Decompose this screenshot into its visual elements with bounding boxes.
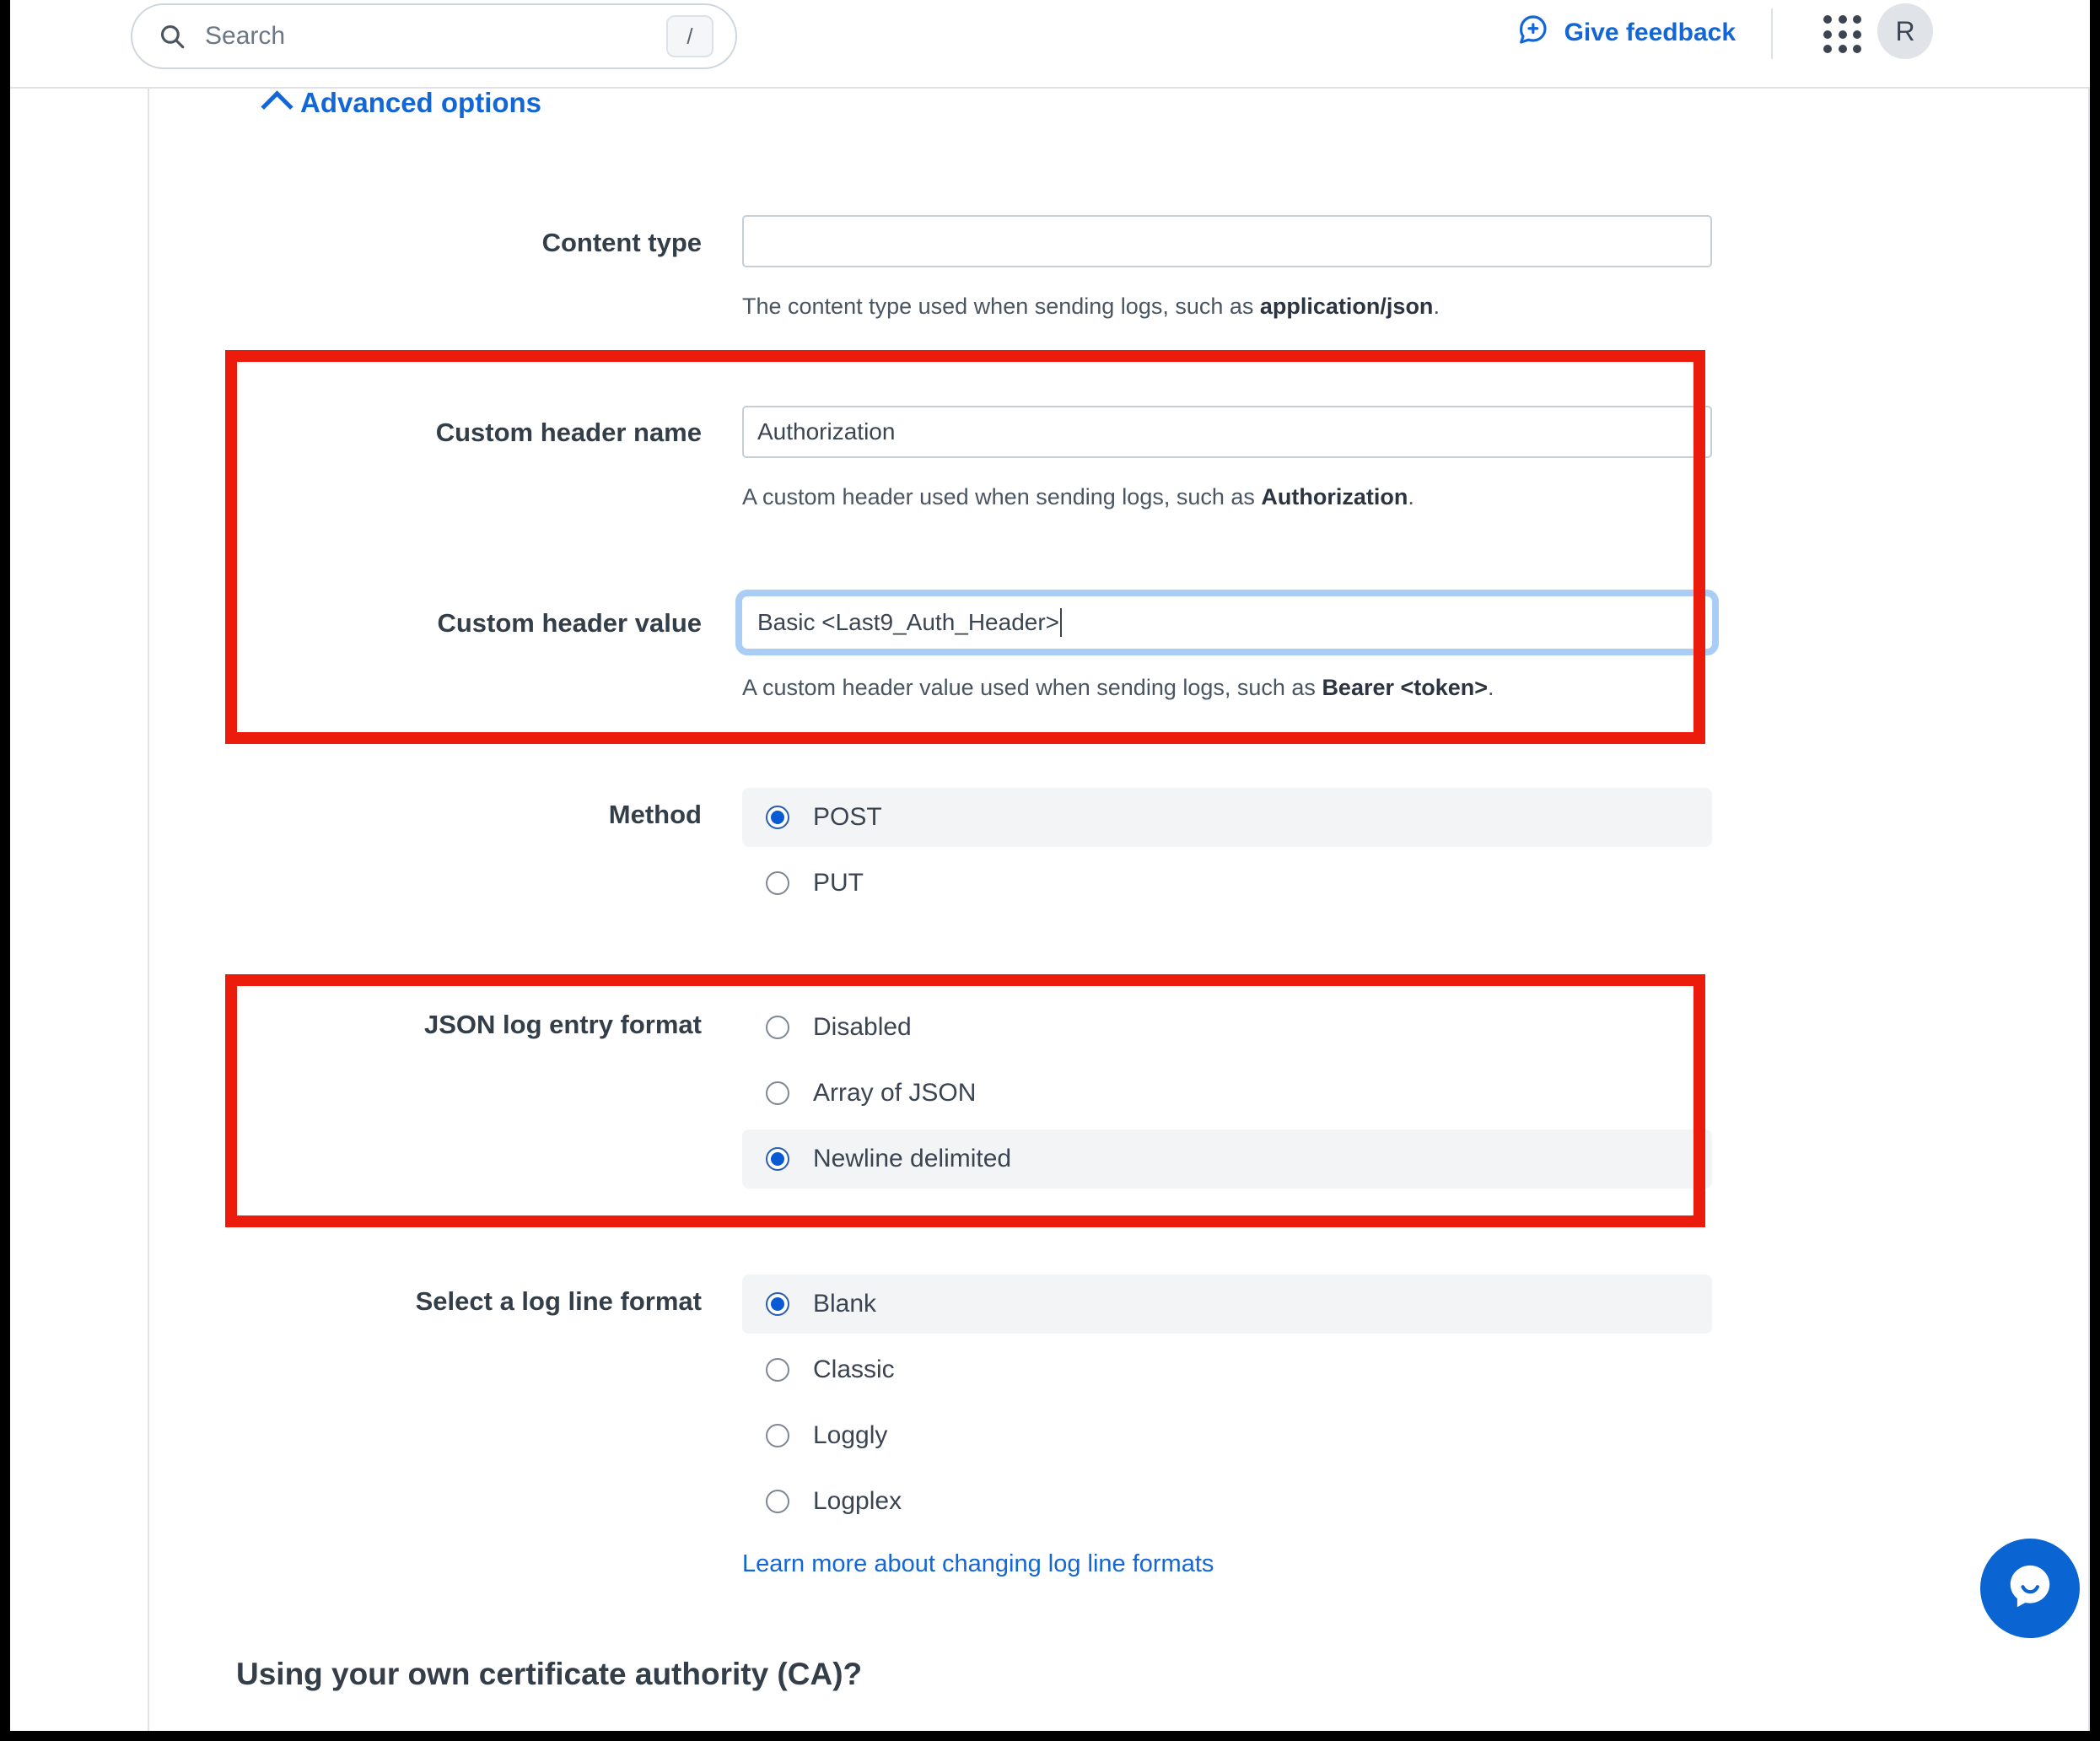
give-feedback-button[interactable]: Give feedback xyxy=(1516,7,1736,59)
json-format-option-array-of-json[interactable]: Array of JSON xyxy=(742,1064,1712,1123)
json-log-entry-format-label: JSON log entry format xyxy=(424,1010,702,1039)
radio-icon-selected xyxy=(766,1292,789,1316)
custom-header-name-help-text: A custom header used when sending logs, … xyxy=(742,484,1414,509)
log-line-format-label: Select a log line format xyxy=(415,1286,702,1316)
feedback-bubble-plus-icon xyxy=(1516,13,1549,53)
topbar-divider xyxy=(1771,8,1773,59)
certificate-authority-heading: Using your own certificate authority (CA… xyxy=(236,1657,863,1691)
top-navigation-bar: Search / Give feedback R xyxy=(10,0,2090,89)
content-right-edge xyxy=(2088,89,2090,1731)
custom-header-value-help-text: A custom header value used when sending … xyxy=(742,675,1494,700)
radio-icon-unselected xyxy=(766,1358,789,1382)
user-avatar[interactable]: R xyxy=(1877,3,1933,59)
radio-icon-unselected xyxy=(766,1016,789,1039)
log-line-format-option-logplex-label: Logplex xyxy=(813,1487,902,1515)
json-format-option-array-of-json-label: Array of JSON xyxy=(813,1079,977,1107)
radio-icon-unselected xyxy=(766,1424,789,1447)
json-format-option-newline-delimited[interactable]: Newline delimited xyxy=(742,1129,1712,1189)
method-option-post-label: POST xyxy=(813,803,882,831)
log-line-format-option-classic-label: Classic xyxy=(813,1356,895,1383)
radio-icon-unselected xyxy=(766,871,789,895)
log-line-format-option-blank[interactable]: Blank xyxy=(742,1275,1712,1334)
radio-icon-unselected xyxy=(766,1490,789,1513)
method-option-put-label: PUT xyxy=(813,869,864,897)
advanced-options-toggle[interactable]: Advanced options xyxy=(261,87,542,123)
chat-widget-button[interactable] xyxy=(1980,1539,2080,1638)
advanced-options-label: Advanced options xyxy=(300,87,542,118)
custom-header-name-value: Authorization xyxy=(757,418,896,445)
json-format-option-disabled-label: Disabled xyxy=(813,1013,912,1041)
custom-header-value-value: Basic <Last9_Auth_Header> xyxy=(757,609,1060,635)
chat-smile-bubble-icon xyxy=(2004,1560,2056,1617)
chevron-up-icon xyxy=(261,89,293,123)
learn-more-log-line-formats-link[interactable]: Learn more about changing log line forma… xyxy=(742,1550,1214,1578)
text-cursor xyxy=(1060,608,1063,637)
radio-icon-selected xyxy=(766,1147,789,1171)
json-format-option-disabled[interactable]: Disabled xyxy=(742,998,1712,1057)
log-line-format-option-loggly-label: Loggly xyxy=(813,1421,888,1449)
custom-header-value-label: Custom header value xyxy=(437,608,702,638)
radio-icon-unselected xyxy=(766,1081,789,1105)
method-option-put[interactable]: PUT xyxy=(742,854,1712,913)
method-label: Method xyxy=(608,800,702,829)
json-format-option-newline-delimited-label: Newline delimited xyxy=(813,1145,1012,1172)
content-type-label: Content type xyxy=(541,228,702,257)
search-icon xyxy=(158,22,186,51)
search-shortcut-badge: / xyxy=(666,15,713,57)
browser-viewport: Search / Give feedback R Advanced option… xyxy=(10,0,2090,1731)
screenshot-frame: Search / Give feedback R Advanced option… xyxy=(0,0,2100,1741)
content-type-help-text: The content type used when sending logs,… xyxy=(742,294,1440,319)
search-placeholder-text: Search xyxy=(205,22,286,50)
custom-header-name-input[interactable]: Authorization xyxy=(742,406,1712,458)
give-feedback-label: Give feedback xyxy=(1564,19,1736,46)
log-line-format-option-logplex[interactable]: Logplex xyxy=(742,1472,1712,1531)
custom-header-value-input[interactable]: Basic <Last9_Auth_Header> xyxy=(742,596,1712,649)
log-line-format-option-classic[interactable]: Classic xyxy=(742,1340,1712,1399)
log-line-format-option-loggly[interactable]: Loggly xyxy=(742,1406,1712,1465)
search-input[interactable]: Search / xyxy=(131,3,737,69)
radio-icon-selected xyxy=(766,806,789,829)
method-option-post[interactable]: POST xyxy=(742,788,1712,847)
custom-header-name-label: Custom header name xyxy=(435,418,702,447)
app-launcher-grid-icon[interactable] xyxy=(1823,15,1862,54)
content-type-input[interactable] xyxy=(742,215,1712,267)
sidebar-divider xyxy=(148,89,149,1731)
log-line-format-option-blank-label: Blank xyxy=(813,1290,877,1318)
